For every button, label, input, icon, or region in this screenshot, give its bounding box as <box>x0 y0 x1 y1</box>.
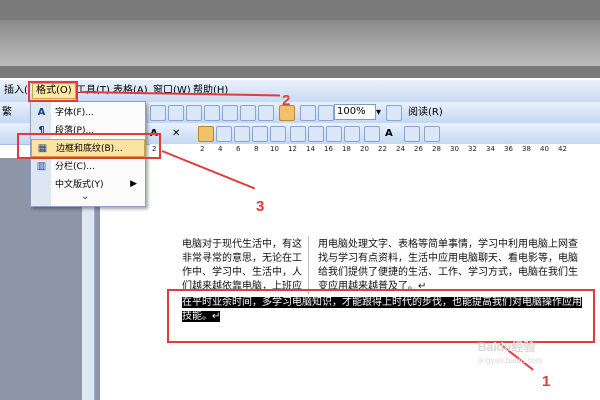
align-right-icon[interactable] <box>234 126 250 142</box>
left-column-text[interactable]: 电脑对于现代生活中，有这 非常寻常的意思，无论在工 作中、学习中、生活中，人 们… <box>182 238 304 294</box>
font-icon: A <box>37 107 46 118</box>
step-3-label: 3 <box>256 198 265 215</box>
char-scale-icon[interactable]: ✕ <box>172 127 180 140</box>
columns-icon[interactable] <box>300 105 316 121</box>
print-icon[interactable] <box>204 105 220 121</box>
right-column-text[interactable]: 用电脑处理文字、表格等简单事情，学习中利用电脑上网查 找与学习有点资料，生活中应… <box>318 238 580 294</box>
justify-icon[interactable] <box>252 126 268 142</box>
menu-expand[interactable]: ⌄ <box>31 190 145 208</box>
bullets-icon[interactable] <box>308 126 324 142</box>
align-center-icon[interactable] <box>216 126 232 142</box>
excel-icon[interactable] <box>168 105 184 121</box>
help-icon[interactable] <box>386 105 402 121</box>
decrease-indent-icon[interactable] <box>326 126 342 142</box>
expand-chevron-icon: ⌄ <box>81 191 90 202</box>
font-color-a-icon[interactable]: A <box>385 127 393 140</box>
save-icon[interactable] <box>186 105 202 121</box>
annotation-box-selected-text <box>167 289 595 343</box>
horizontal-ruler: 2 2 4 6 8 10 12 14 16 18 20 22 24 26 28 … <box>150 144 600 159</box>
menu-font[interactable]: A 字体(F)... <box>31 104 145 122</box>
increase-indent-icon[interactable] <box>344 126 360 142</box>
border-icon[interactable] <box>404 126 420 142</box>
style-box[interactable]: 繁 <box>2 106 12 119</box>
annotation-box-format-menu <box>28 81 78 102</box>
drawing-icon[interactable] <box>258 105 274 121</box>
doc-map-icon[interactable] <box>318 105 334 121</box>
preview-icon[interactable] <box>222 105 238 121</box>
numbering-icon[interactable] <box>290 126 306 142</box>
step-2-label: 2 <box>282 92 291 109</box>
zoom-dropdown-arrow[interactable]: ▾ <box>376 106 381 119</box>
menu-window[interactable]: 窗口(W) <box>153 84 191 98</box>
baidu-watermark: Baidu经验 jingyan.baidu.com <box>478 340 543 365</box>
annotation-box-borders-item <box>17 133 161 159</box>
menu-help[interactable]: 帮助(H) <box>193 84 228 98</box>
align-left-icon[interactable] <box>198 126 214 142</box>
highlight-icon[interactable] <box>364 126 380 142</box>
read-button[interactable]: 阅读(R) <box>408 106 443 119</box>
spelling-icon[interactable] <box>240 105 256 121</box>
zoom-field[interactable]: 100% <box>334 104 376 120</box>
line-spacing-icon[interactable] <box>270 126 286 142</box>
menu-columns[interactable]: ▥ 分栏(C)... <box>31 158 145 176</box>
submenu-arrow-icon: ▶ <box>130 179 137 189</box>
blurred-title-area <box>0 0 600 78</box>
circled-char-icon[interactable] <box>424 126 440 142</box>
step-1-label: 1 <box>542 373 551 390</box>
columns-menu-icon: ▥ <box>36 161 47 172</box>
insert-table-icon[interactable] <box>150 105 166 121</box>
column-divider <box>308 236 309 294</box>
